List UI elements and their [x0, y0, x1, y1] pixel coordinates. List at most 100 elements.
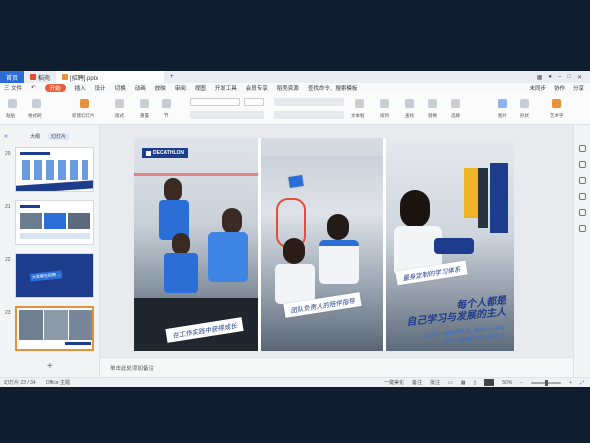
panel-tabs: 大纲 幻灯片	[0, 125, 99, 140]
comment-toggle[interactable]: 批注	[430, 379, 440, 386]
menu-transition[interactable]: 切换	[115, 84, 126, 92]
slide-thumbnail-23[interactable]	[15, 306, 94, 351]
wps-presentation-window: 首页 稻壳 [招聘].pptx + ▦ ● – □ ✕ 三 文件 ↶ 开始 插入…	[0, 71, 590, 387]
wordart-icon[interactable]	[552, 99, 561, 108]
menu-developer[interactable]: 开发工具	[215, 84, 237, 92]
menu-animation[interactable]: 动画	[135, 84, 146, 92]
right-task-pane	[573, 125, 590, 377]
close-icon[interactable]: ✕	[577, 74, 582, 81]
paste-icon[interactable]	[8, 99, 17, 108]
add-slide-button[interactable]: +	[47, 361, 53, 372]
grid-icon[interactable]: ▦	[537, 74, 543, 81]
notes-placeholder: 单击此处添加备注	[110, 366, 155, 372]
tab-outline[interactable]: 大纲	[30, 133, 40, 140]
beautify-button[interactable]: 一键美化	[384, 379, 404, 386]
zoom-in-icon[interactable]: +	[569, 380, 572, 386]
tab-slides[interactable]: 幻灯片	[48, 133, 70, 140]
animation-icon[interactable]	[579, 177, 586, 184]
replace-icon[interactable]	[428, 99, 437, 108]
menu-docer[interactable]: 稻壳资源	[277, 84, 299, 92]
undo-icon[interactable]: ↶	[31, 85, 36, 91]
layout-label: 版式	[115, 113, 124, 118]
slide-thumbnail-panel: « 大纲 幻灯片 20 21 22 大家都在招聘 ... 23 +	[0, 125, 100, 377]
shape-icon[interactable]	[520, 99, 529, 108]
slide-number: 22	[5, 257, 11, 263]
collaborate-button[interactable]: 协作	[554, 84, 565, 92]
wordart-label: 艺术字	[550, 113, 564, 118]
textbox-icon[interactable]	[355, 99, 364, 108]
maximize-icon[interactable]: □	[567, 74, 571, 81]
current-slide[interactable]: DECATHLON 在工作实践中获得成长 团队负责人的陪伴指导 量身定制的学习体…	[134, 138, 514, 351]
menu-member[interactable]: 会员专享	[246, 84, 268, 92]
slide-number: 23	[5, 310, 11, 316]
decathlon-logo: DECATHLON	[142, 148, 189, 158]
docer-tab-label: 稻壳	[38, 75, 51, 82]
search-command[interactable]: 查找命令、搜索模板	[308, 84, 358, 92]
photo-team-leader	[261, 138, 383, 351]
picture-icon[interactable]	[498, 99, 507, 108]
brand-name: DECATHLON	[153, 150, 185, 156]
minimize-icon[interactable]: –	[558, 74, 561, 81]
zoom-knob[interactable]	[544, 379, 548, 386]
slide-number: 20	[5, 151, 11, 157]
slideshow-play-button[interactable]	[484, 379, 495, 386]
new-slide-icon[interactable]	[80, 99, 89, 108]
zoom-slider[interactable]	[531, 379, 562, 386]
find-icon[interactable]	[405, 99, 414, 108]
font-size-select[interactable]	[244, 98, 264, 106]
reading-view-icon[interactable]: ▯	[474, 380, 477, 386]
avatar[interactable]: ●	[548, 74, 552, 81]
format-painter-icon[interactable]	[32, 99, 41, 108]
align-buttons[interactable]	[274, 111, 344, 119]
font-style-buttons[interactable]	[190, 111, 264, 119]
menu-view[interactable]: 视图	[195, 84, 206, 92]
slide-info: 幻灯片 23 / 34	[4, 380, 36, 386]
settings-icon[interactable]	[579, 193, 586, 200]
select-icon[interactable]	[451, 99, 460, 108]
share-icon[interactable]	[579, 225, 586, 232]
docer-icon	[30, 74, 37, 80]
share-button[interactable]: 分享	[573, 84, 584, 92]
docer-tab[interactable]: 稻壳	[24, 71, 56, 83]
slide-thumbnail-20[interactable]	[15, 147, 94, 192]
menu-slideshow[interactable]: 放映	[155, 84, 166, 92]
fit-window-icon[interactable]: ⤢	[580, 380, 584, 386]
help-icon[interactable]	[579, 209, 586, 216]
menu-insert[interactable]: 插入	[75, 84, 86, 92]
new-tab-button[interactable]: +	[164, 71, 180, 83]
thumb-text: 大家都在招聘 ...	[29, 270, 63, 282]
slide-thumbnail-22[interactable]: 大家都在招聘 ...	[15, 253, 94, 298]
sorter-view-icon[interactable]: ▦	[461, 380, 466, 386]
home-tab[interactable]: 首页	[0, 71, 25, 83]
pptx-icon	[62, 74, 69, 80]
paragraph-buttons[interactable]	[274, 98, 344, 106]
document-tab[interactable]: [招聘].pptx	[56, 71, 165, 83]
reset-icon[interactable]	[140, 99, 149, 108]
collapse-panel-icon[interactable]: «	[4, 133, 8, 140]
title-bar: 首页 稻壳 [招聘].pptx + ▦ ● – □ ✕	[0, 71, 590, 83]
menu-right: 未同步 协作 分享	[529, 84, 590, 92]
file-menu[interactable]: 三 文件	[4, 84, 22, 92]
layout-icon[interactable]	[115, 99, 124, 108]
section-icon[interactable]	[162, 99, 171, 108]
theme-name: Office 主题	[45, 380, 71, 386]
slide-thumbnail-21[interactable]	[15, 200, 94, 245]
menu-start[interactable]: 开始	[44, 84, 66, 92]
zoom-level: 50%	[502, 379, 513, 386]
menu-review[interactable]: 审阅	[175, 84, 186, 92]
font-family-select[interactable]	[190, 98, 240, 106]
sync-status[interactable]: 未同步	[529, 84, 546, 92]
pencil-icon[interactable]	[579, 145, 586, 152]
new-slide-label: 新建幻灯片	[72, 113, 95, 118]
slide-number: 21	[5, 204, 11, 210]
zoom-out-icon[interactable]: –	[520, 380, 523, 386]
menu-design[interactable]: 设计	[95, 84, 106, 92]
status-bar: 幻灯片 23 / 34 Office 主题 一键美化 备注 批注 ▭ ▦ ▯ 5…	[0, 377, 590, 387]
normal-view-icon[interactable]: ▭	[448, 380, 453, 386]
notes-area[interactable]: 单击此处添加备注	[100, 357, 573, 377]
caption-blue-banner	[288, 174, 304, 189]
notes-toggle[interactable]: 备注	[412, 379, 422, 386]
select-pane-icon[interactable]	[579, 161, 586, 168]
reset-label: 重置	[140, 113, 149, 118]
arrange-icon[interactable]	[380, 99, 389, 108]
